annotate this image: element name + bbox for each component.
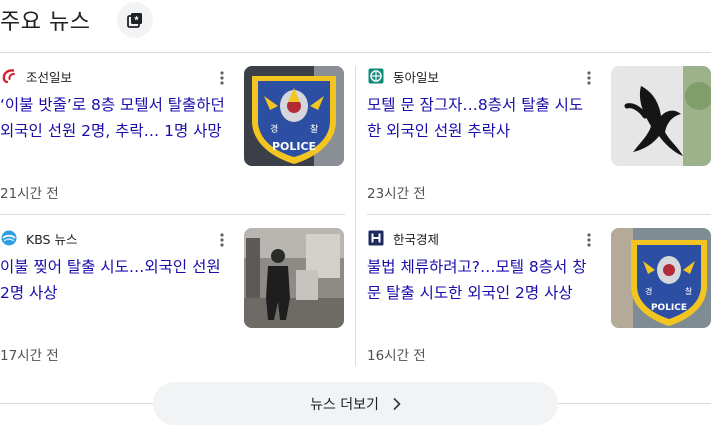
- more-vert-icon: [587, 233, 591, 247]
- more-options-button[interactable]: [581, 230, 597, 250]
- headline-link[interactable]: 불법 체류하려고?…모텔 8층서 창문 탈출 시도한 외국인 2명 사상: [367, 254, 597, 332]
- headline-link[interactable]: 모텔 문 잠그자…8층서 탈출 시도한 외국인 선원 추락사: [367, 92, 597, 144]
- news-card-donga[interactable]: 동아일보 모텔 문 잠그자…8층서 탈출 시도한 외국인 선원 추락사 23시간…: [367, 66, 711, 216]
- play-news-icon: [127, 13, 142, 28]
- headline-link[interactable]: 이불 찢어 탈출 시도…외국인 선원 2명 사상: [0, 254, 230, 306]
- top-stories-header: 주요 뉴스: [0, 0, 711, 40]
- kbs-logo: [0, 229, 18, 247]
- source-name: KBS 뉴스: [26, 231, 78, 247]
- police-text: POLICE: [272, 140, 316, 153]
- published-time: 23시간 전: [367, 186, 426, 202]
- news-source: 조선일보: [0, 66, 72, 86]
- more-options-button[interactable]: [581, 68, 597, 88]
- more-divider-right: [558, 403, 711, 404]
- news-card-kbs[interactable]: KBS 뉴스 이불 찢어 탈출 시도…외국인 선원 2명 사상 17시간 전: [0, 228, 345, 378]
- news-card-chosun[interactable]: 조선일보 ‘이불 밧줄’로 8층 모텔서 탈출하던 외국인 선원 2명, 추락……: [0, 66, 345, 216]
- more-news-label: 뉴스 더보기: [310, 396, 379, 413]
- more-divider-left: [0, 403, 153, 404]
- headline-link[interactable]: ‘이불 밧줄’로 8층 모텔서 탈출하던 외국인 선원 2명, 추락… 1명 사…: [0, 92, 230, 170]
- more-options-button[interactable]: [214, 230, 230, 250]
- more-vert-icon: [220, 233, 224, 247]
- section-title: 주요 뉴스: [0, 10, 91, 35]
- column-divider: [355, 66, 356, 366]
- news-thumbnail[interactable]: 경 찰 POLICE: [244, 66, 344, 166]
- google-news-button[interactable]: [117, 2, 153, 38]
- news-card-hankyung[interactable]: 한국경제 불법 체류하려고?…모텔 8층서 창문 탈출 시도한 외국인 2명 사…: [367, 228, 711, 378]
- hankyung-logo: [367, 229, 385, 247]
- badge-char-left: 경: [645, 286, 652, 296]
- badge-char-right: 찰: [685, 286, 693, 296]
- source-name: 동아일보: [393, 69, 440, 85]
- source-name: 조선일보: [26, 69, 73, 85]
- header-divider: [0, 52, 711, 53]
- news-thumbnail[interactable]: 경 찰 POLICE: [611, 228, 711, 328]
- news-source: 한국경제: [367, 228, 439, 248]
- more-options-button[interactable]: [214, 68, 230, 88]
- badge-char-right: 찰: [310, 124, 318, 135]
- news-thumbnail[interactable]: [244, 228, 344, 328]
- published-time: 16시간 전: [367, 348, 426, 364]
- published-time: 17시간 전: [0, 348, 59, 364]
- more-vert-icon: [220, 71, 224, 85]
- chosun-logo: [0, 67, 18, 85]
- police-text: POLICE: [651, 303, 687, 313]
- chevron-right-icon: [393, 397, 401, 410]
- news-source: 동아일보: [367, 66, 439, 86]
- news-thumbnail[interactable]: [611, 66, 711, 166]
- donga-logo: [367, 67, 385, 85]
- news-source: KBS 뉴스: [0, 228, 77, 248]
- published-time: 21시간 전: [0, 186, 59, 202]
- more-vert-icon: [587, 71, 591, 85]
- source-name: 한국경제: [393, 231, 440, 247]
- badge-char-left: 경: [270, 123, 278, 135]
- more-news-button[interactable]: 뉴스 더보기: [153, 382, 558, 425]
